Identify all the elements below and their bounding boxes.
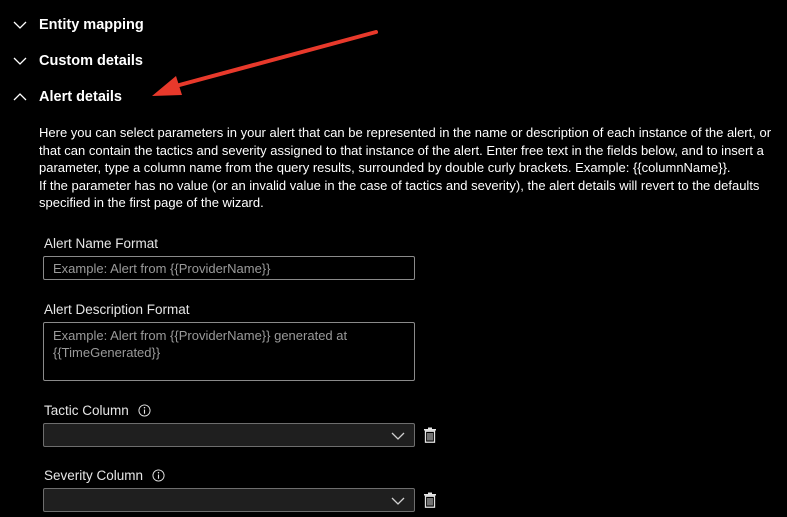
annotation-arrow-icon bbox=[152, 30, 378, 96]
analytics-rule-alert-settings: Entity mapping Custom details Alert deta… bbox=[0, 0, 787, 517]
